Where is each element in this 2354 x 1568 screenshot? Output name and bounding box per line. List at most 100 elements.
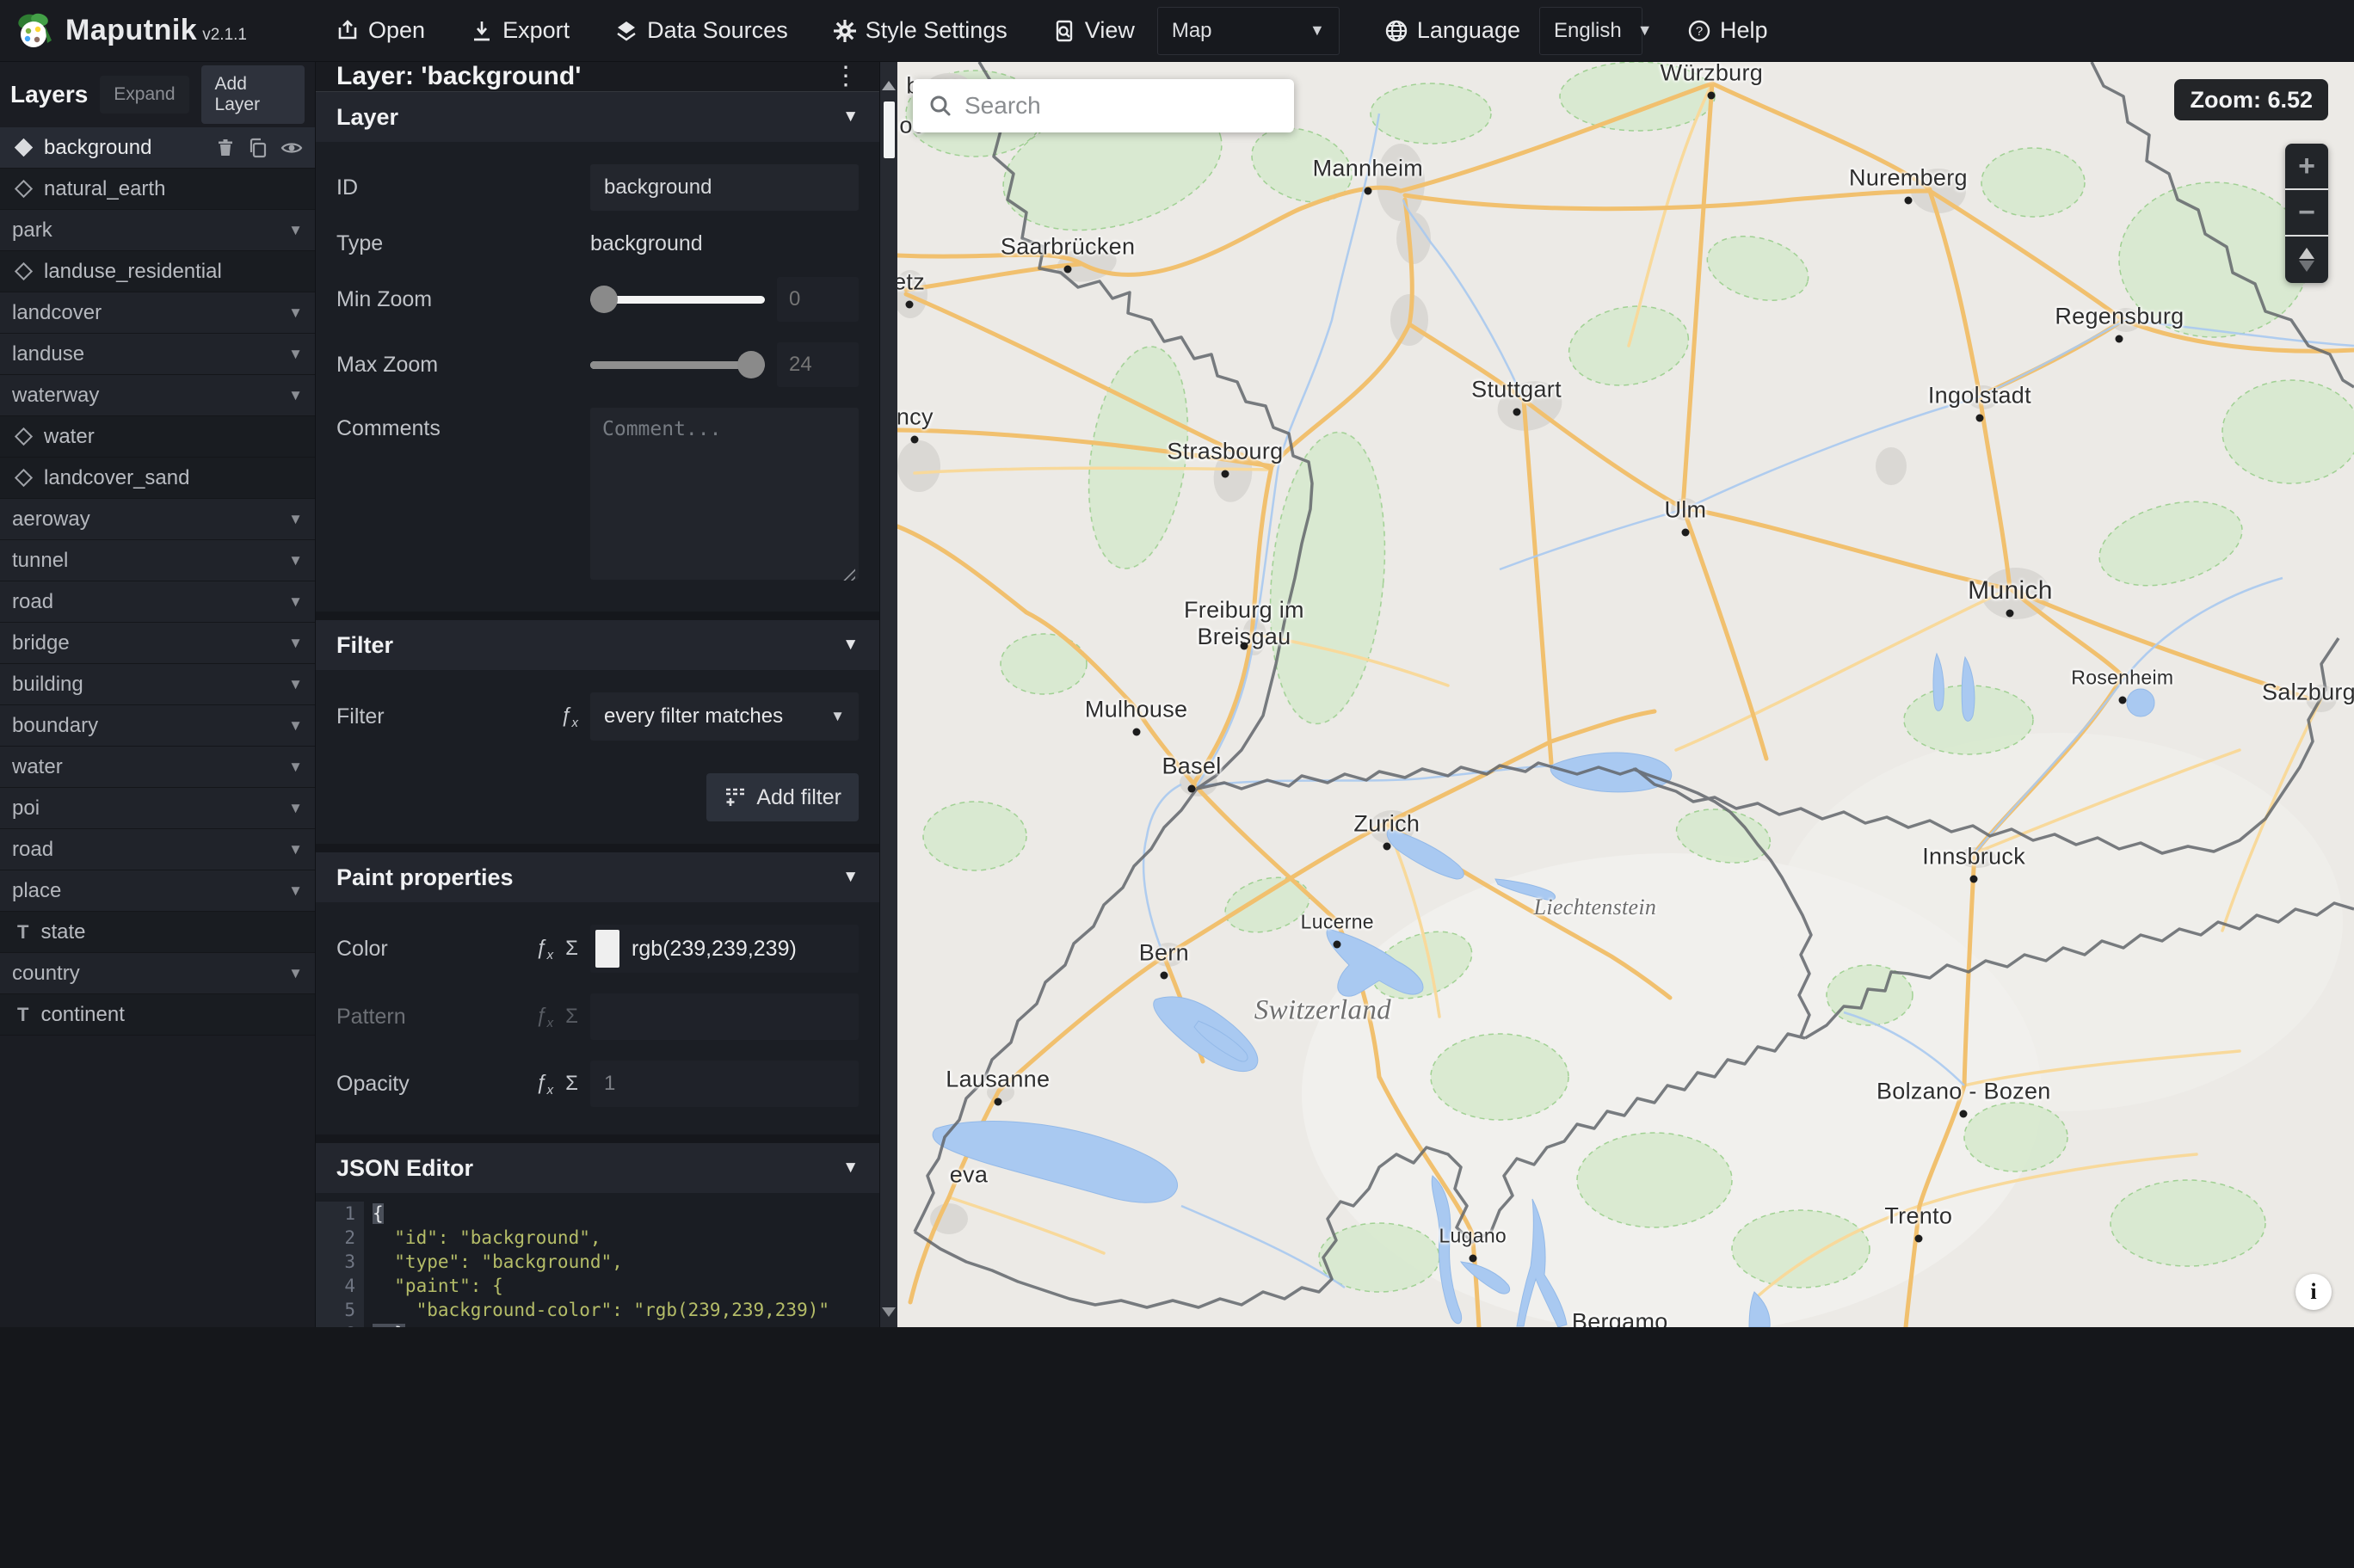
compass-icon: [2299, 248, 2314, 272]
layer-editor-title: Layer: 'background': [336, 62, 582, 90]
layer-list-item-building[interactable]: building ▼: [0, 664, 315, 705]
json-line: 1{: [316, 1202, 879, 1226]
symbol-layer-icon: T: [17, 920, 29, 943]
layer-list-item-background[interactable]: background: [0, 127, 315, 169]
search-input[interactable]: [964, 92, 1279, 120]
data-sources-button[interactable]: Data Sources: [614, 17, 788, 44]
view-menu[interactable]: View: [1052, 17, 1135, 44]
style-settings-button[interactable]: Style Settings: [833, 17, 1008, 44]
add-filter-button[interactable]: Add filter: [706, 773, 859, 821]
section-filter-header[interactable]: Filter ▼: [316, 620, 879, 670]
section-json-header[interactable]: JSON Editor ▼: [316, 1143, 879, 1193]
opacity-input[interactable]: [590, 1061, 859, 1107]
eye-icon[interactable]: [280, 137, 303, 159]
fx-icon[interactable]: ƒx: [560, 704, 578, 730]
zoom-in-button[interactable]: +: [2285, 144, 2328, 190]
max-zoom-slider[interactable]: [590, 350, 765, 379]
kebab-menu-icon[interactable]: ⋮: [833, 64, 859, 89]
map-city-dot: [2115, 335, 2123, 343]
layer-list-item-natural_earth[interactable]: natural_earth: [0, 169, 315, 210]
opacity-row: Opacity ƒx Σ: [316, 1050, 879, 1117]
layer-list-item-road[interactable]: road ▼: [0, 581, 315, 623]
map-city-dot: [1975, 414, 1984, 422]
layer-list-item-landuse[interactable]: landuse ▼: [0, 334, 315, 375]
layer-list-item-landcover[interactable]: landcover ▼: [0, 292, 315, 334]
open-button[interactable]: Open: [336, 17, 425, 44]
map-city-dot: [1707, 91, 1716, 100]
trash-icon[interactable]: [215, 138, 236, 158]
duplicate-icon[interactable]: [248, 138, 268, 158]
color-field[interactable]: rgb(239,239,239): [590, 925, 859, 973]
zoom-out-button[interactable]: −: [2285, 190, 2328, 237]
layer-list-item-continent[interactable]: Tcontinent: [0, 994, 315, 1036]
scroll-up-arrow-icon[interactable]: [882, 81, 896, 90]
layer-list-item-water[interactable]: water: [0, 416, 315, 458]
type-row: Type background: [316, 221, 879, 267]
compass-button[interactable]: [2285, 237, 2328, 283]
layer-list-item-waterway[interactable]: waterway ▼: [0, 375, 315, 416]
min-zoom-row: Min Zoom: [316, 267, 879, 332]
layer-list-item-country[interactable]: country ▼: [0, 953, 315, 994]
chevron-down-icon: ▼: [288, 634, 303, 651]
zoom-level-value: Zoom: 6.52: [2190, 86, 2313, 113]
layer-list-item-park[interactable]: park ▼: [0, 210, 315, 251]
scrollbar-thumb[interactable]: [884, 101, 895, 158]
help-button[interactable]: ? Help: [1687, 17, 1768, 44]
map-canvas[interactable]: bourgocWürzburgMannheimNurembergSaarbrüc…: [897, 62, 2354, 1327]
attribution-info-button[interactable]: i: [2295, 1274, 2332, 1310]
layer-list: background natural_earth park ▼ landuse_resi…: [0, 127, 315, 1327]
language-select[interactable]: English ▼: [1538, 6, 1653, 55]
section-layer-header[interactable]: Layer ▼: [316, 92, 879, 142]
layer-list-item-boundary[interactable]: boundary ▼: [0, 705, 315, 747]
max-zoom-label: Max Zoom: [336, 352, 439, 377]
id-label: ID: [336, 175, 358, 200]
color-swatch[interactable]: [595, 930, 619, 968]
symbol-layer-icon: T: [17, 1003, 29, 1025]
chevron-down-icon: ▼: [288, 840, 303, 858]
fx-icon: ƒx: [535, 1003, 554, 1030]
layer-list-item-aeroway[interactable]: aeroway ▼: [0, 499, 315, 540]
language-menu[interactable]: Language: [1384, 17, 1520, 44]
view-select[interactable]: Map ▼: [1156, 6, 1340, 55]
layer-label: landuse_residential: [44, 259, 222, 283]
layer-label: state: [40, 919, 86, 944]
id-input[interactable]: [590, 164, 859, 211]
layer-list-item-bridge[interactable]: bridge ▼: [0, 623, 315, 664]
pattern-input[interactable]: [590, 993, 859, 1040]
section-paint-header[interactable]: Paint properties ▼: [316, 852, 879, 902]
max-zoom-input[interactable]: [777, 342, 859, 387]
filter-combinator-select[interactable]: every filter matches ▼: [590, 692, 859, 741]
view-label: View: [1084, 17, 1135, 43]
comments-textarea[interactable]: [590, 408, 859, 580]
add-filter-label: Add filter: [756, 784, 841, 809]
add-layer-button[interactable]: Add Layer: [200, 65, 305, 124]
map-search-box[interactable]: [913, 79, 1294, 132]
color-row: Color ƒx Σ rgb(239,239,239): [316, 914, 879, 983]
layer-type-icon: [14, 261, 34, 281]
fx-icon[interactable]: ƒx: [535, 1071, 553, 1098]
export-button[interactable]: Export: [470, 17, 570, 44]
view-select-value: Map: [1171, 18, 1212, 42]
layer-list-item-landuse_residential[interactable]: landuse_residential: [0, 251, 315, 292]
layer-group-label: country: [12, 961, 80, 985]
layer-list-item-poi[interactable]: poi ▼: [0, 788, 315, 829]
layer-list-item-state[interactable]: Tstate: [0, 912, 315, 953]
scroll-down-arrow-icon[interactable]: [882, 1307, 896, 1317]
layer-group-label: boundary: [12, 713, 99, 737]
layer-list-item-place[interactable]: place ▼: [0, 870, 315, 912]
sigma-icon[interactable]: Σ: [565, 1072, 578, 1096]
editor-scrollbar[interactable]: [879, 62, 897, 1327]
min-zoom-slider[interactable]: [590, 285, 765, 314]
layer-list-item-water[interactable]: water ▼: [0, 747, 315, 788]
sigma-icon[interactable]: Σ: [565, 937, 578, 961]
layer-list-item-tunnel[interactable]: tunnel ▼: [0, 540, 315, 581]
layer-list-item-road[interactable]: road ▼: [0, 829, 315, 870]
map-city-dot: [1513, 408, 1521, 416]
min-zoom-input[interactable]: [777, 277, 859, 322]
fx-icon[interactable]: ƒx: [535, 936, 553, 962]
layer-list-item-landcover_sand[interactable]: landcover_sand: [0, 458, 315, 499]
chevron-down-icon: ▼: [288, 799, 303, 816]
layer-group-label: place: [12, 878, 62, 902]
expand-button[interactable]: Expand: [100, 76, 189, 114]
map-city-dot: [1221, 470, 1229, 478]
